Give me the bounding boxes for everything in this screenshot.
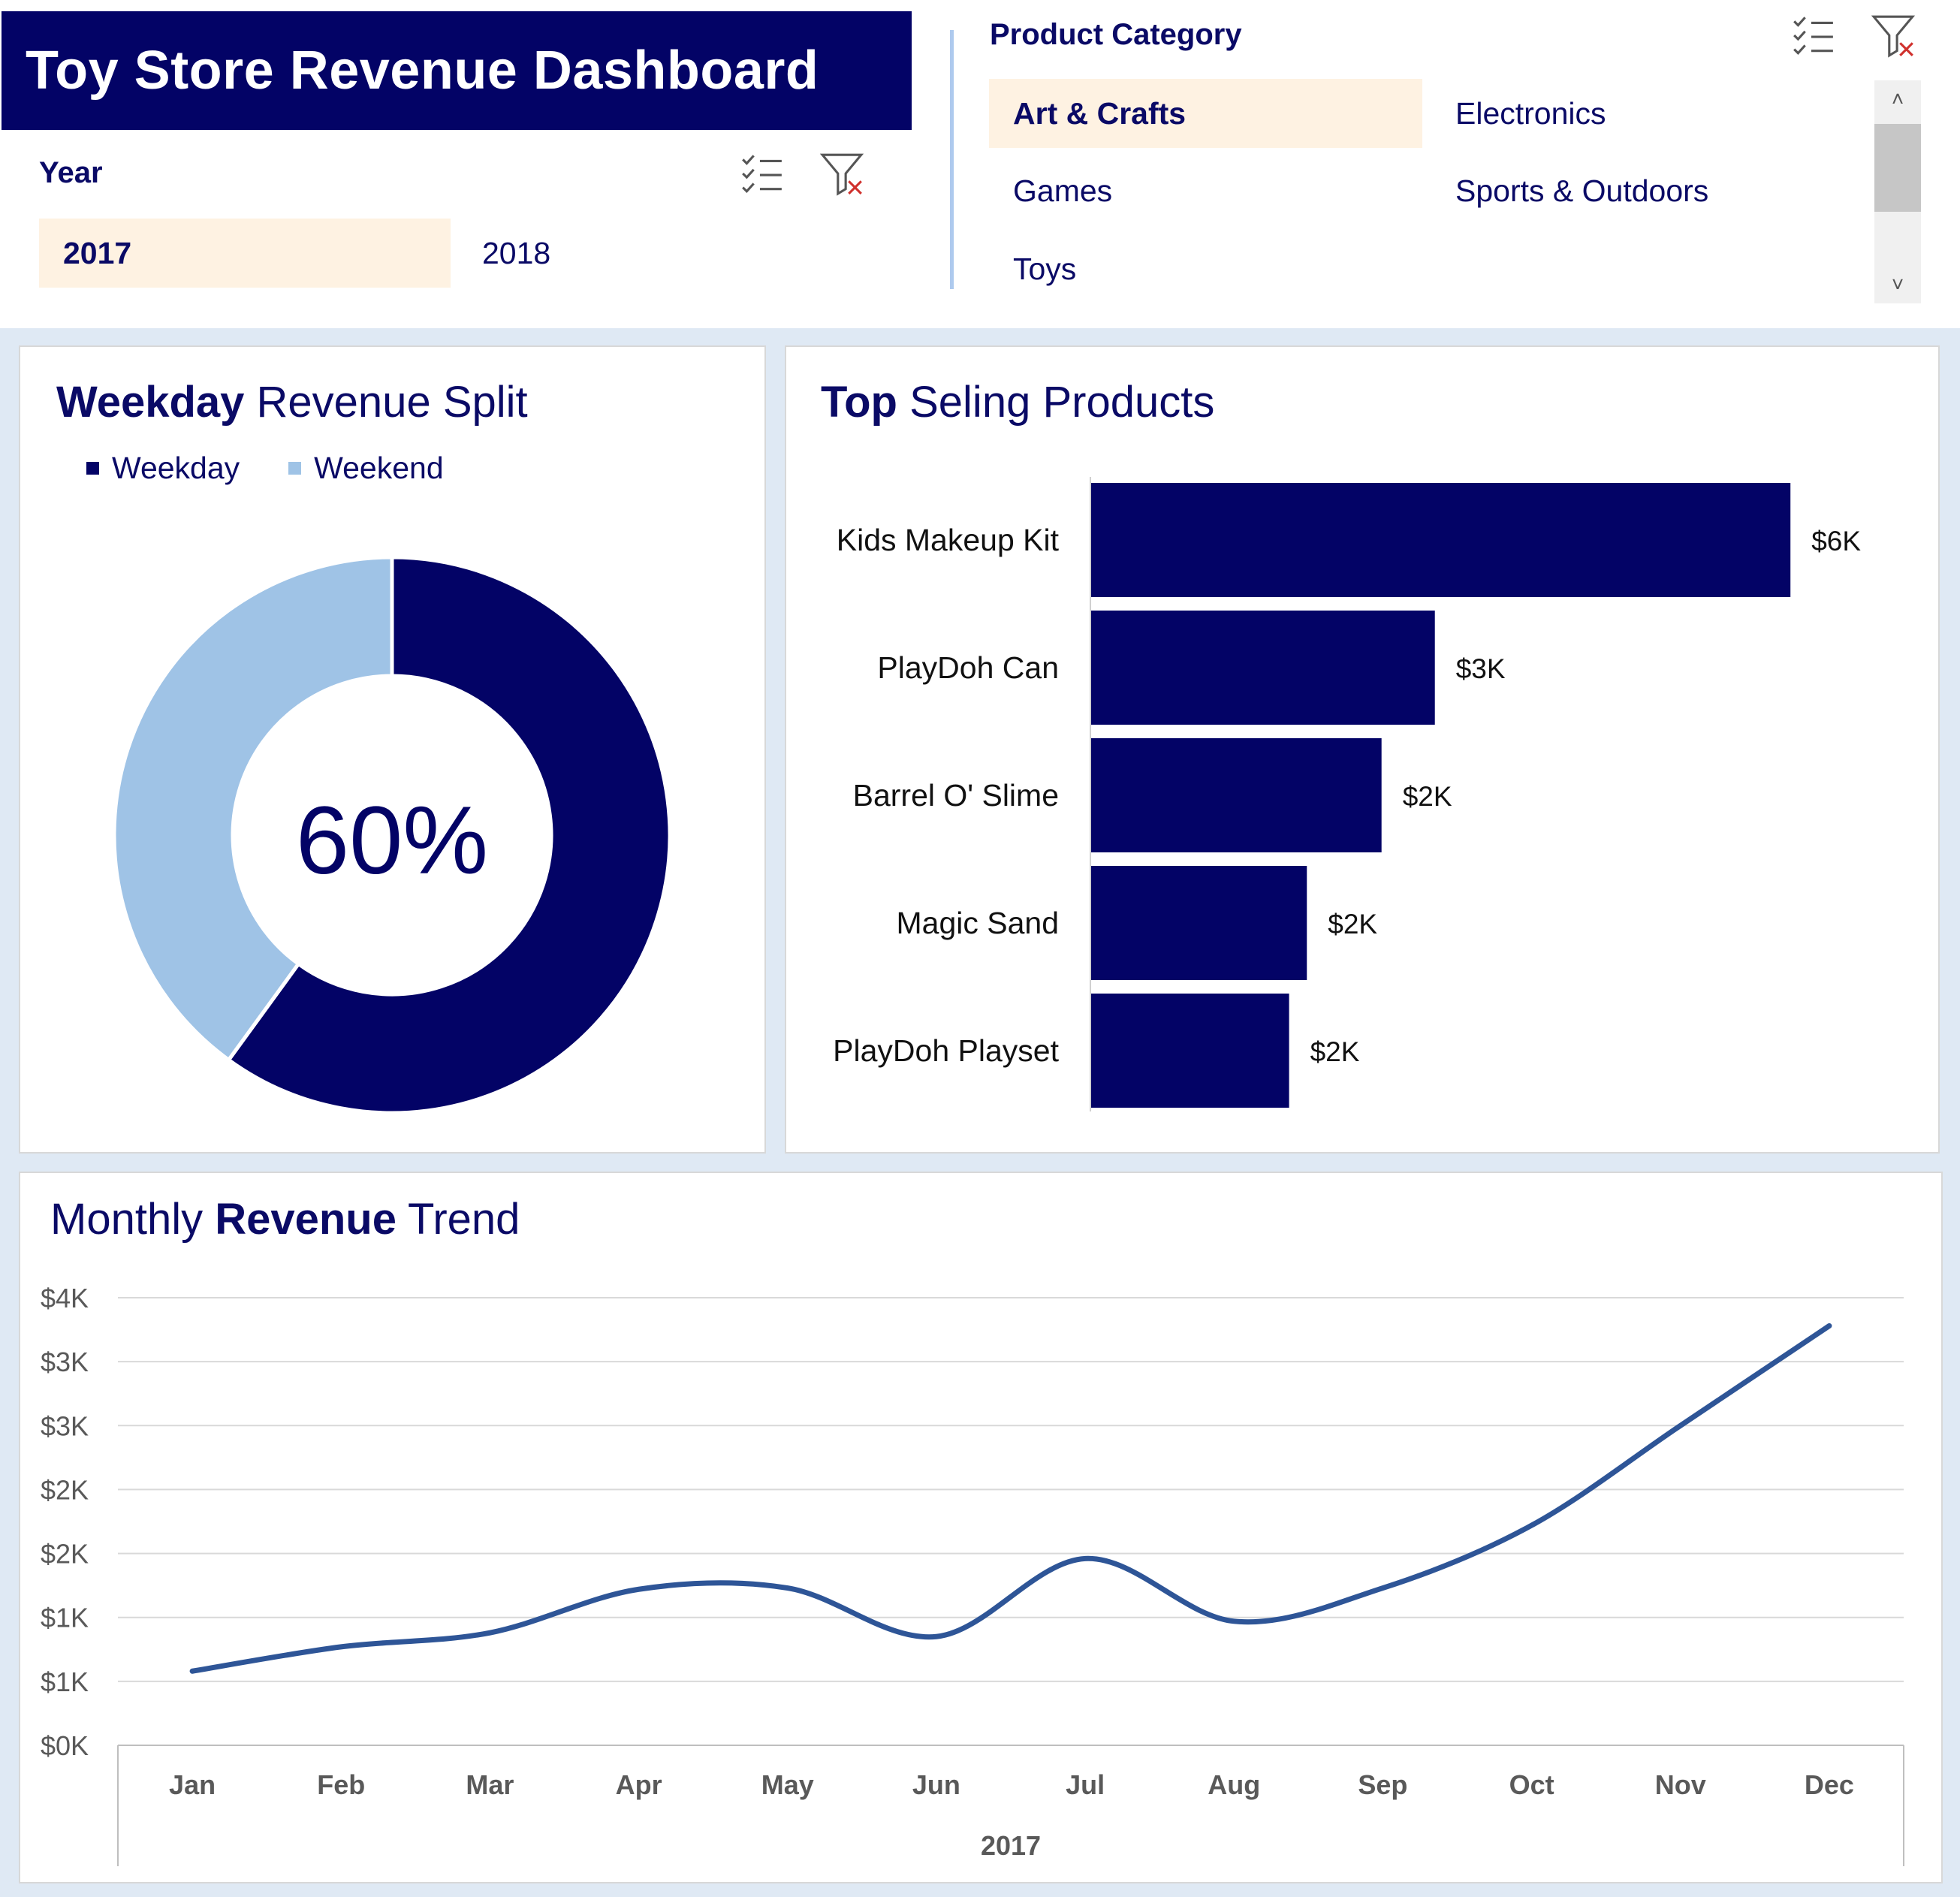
category-slicer-label: Product Category bbox=[990, 18, 1242, 51]
legend-item-weekend: Weekend bbox=[288, 451, 444, 486]
top-products-card bbox=[785, 345, 1940, 1154]
donut-legend: Weekday Weekend bbox=[86, 451, 493, 486]
category-option-toys[interactable]: Toys bbox=[989, 234, 1422, 303]
monthly-revenue-card bbox=[19, 1172, 1943, 1883]
category-option-art-crafts[interactable]: Art & Crafts bbox=[989, 79, 1422, 148]
category-option-electronics[interactable]: Electronics bbox=[1431, 79, 1852, 148]
multi-select-icon[interactable] bbox=[1790, 12, 1836, 59]
dashboard-title-bar: Toy Store Revenue Dashboard bbox=[2, 11, 912, 130]
clear-filter-icon[interactable] bbox=[1871, 12, 1917, 59]
category-option-games[interactable]: Games bbox=[989, 156, 1422, 225]
scroll-thumb[interactable] bbox=[1874, 124, 1921, 212]
category-option-sports-outdoors[interactable]: Sports & Outdoors bbox=[1431, 156, 1852, 225]
slicer-divider bbox=[950, 30, 954, 289]
donut-center-label: 60% bbox=[295, 787, 489, 894]
clear-filter-icon[interactable] bbox=[819, 150, 866, 197]
year-slicer-label: Year bbox=[39, 156, 103, 189]
year-option-2017[interactable]: 2017 bbox=[39, 219, 451, 288]
monthly-card-title: Monthly Revenue Trend bbox=[50, 1195, 520, 1244]
year-option-2018[interactable]: 2018 bbox=[458, 219, 870, 288]
dashboard-title: Toy Store Revenue Dashboard bbox=[26, 41, 819, 101]
legend-swatch bbox=[288, 462, 302, 475]
multi-select-icon[interactable] bbox=[738, 150, 785, 197]
legend-item-weekday: Weekday bbox=[86, 451, 240, 486]
scroll-up-button[interactable]: ˄ bbox=[1874, 80, 1921, 118]
top-products-card-title: Top Seling Products bbox=[821, 378, 1215, 427]
weekday-card-title: Weekday Revenue Split bbox=[56, 378, 528, 427]
scroll-down-button[interactable]: ˅ bbox=[1874, 266, 1921, 303]
legend-swatch bbox=[86, 462, 99, 475]
category-scrollbar[interactable]: ˄ ˅ bbox=[1874, 80, 1921, 303]
